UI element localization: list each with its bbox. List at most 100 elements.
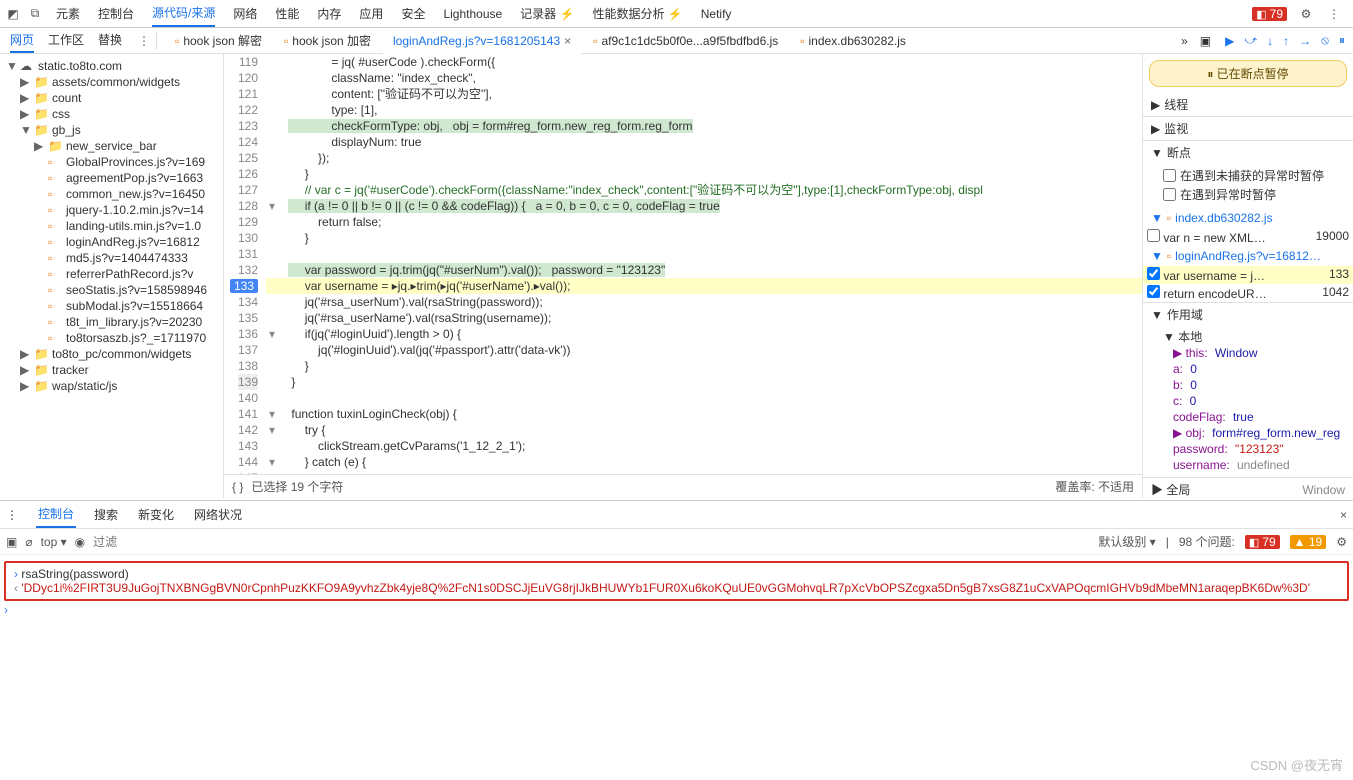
- drawer-tabs: ⋮ 控制台搜索新变化网络状况 ×: [0, 501, 1353, 529]
- step-icon[interactable]: →: [1299, 34, 1311, 48]
- tree-item[interactable]: ▫jquery-1.10.2.min.js?v=14: [0, 202, 223, 218]
- tree-item[interactable]: ▼📁gb_js: [0, 122, 223, 138]
- scope-var[interactable]: a: 0: [1173, 361, 1345, 377]
- more-icon[interactable]: ⋮: [132, 34, 156, 48]
- scope-var[interactable]: codeFlag: true: [1173, 409, 1345, 425]
- scope-var[interactable]: ▶ obj: form#reg_form.new_reg: [1173, 425, 1345, 441]
- close-icon[interactable]: ×: [564, 34, 571, 48]
- file-tab[interactable]: ▫af9c1c1dc5b0f0e...a9f5fbdfbd6.js: [583, 28, 788, 54]
- panel-tab[interactable]: 控制台: [98, 1, 134, 26]
- file-tab[interactable]: loginAndReg.js?v=1681205143 ×: [383, 28, 581, 54]
- console-body[interactable]: › rsaString(password) ‹ 'DDyc1i%2FIRT3U9…: [0, 555, 1353, 621]
- drawer-tab[interactable]: 搜索: [92, 502, 120, 527]
- step-out-icon[interactable]: ↑: [1283, 34, 1289, 48]
- drawer-tab[interactable]: 控制台: [36, 501, 76, 528]
- tree-item[interactable]: ▫t8t_im_library.js?v=20230: [0, 314, 223, 330]
- panel-tab[interactable]: 内存: [317, 1, 341, 26]
- panel-tab[interactable]: 安全: [401, 1, 425, 26]
- scope-var[interactable]: password: "123123": [1173, 441, 1345, 457]
- more-icon[interactable]: ⋮: [4, 504, 20, 526]
- global-section[interactable]: ▶ 全局 Window: [1143, 478, 1353, 498]
- overflow-icon[interactable]: »: [1175, 34, 1194, 48]
- tree-item[interactable]: ▶📁css: [0, 106, 223, 122]
- threads-section[interactable]: ▶ 线程: [1143, 93, 1353, 116]
- resume-icon[interactable]: ▶: [1225, 34, 1234, 48]
- breakpoints-section[interactable]: ▼ 断点: [1143, 141, 1353, 164]
- scope-local[interactable]: ▼ 本地: [1163, 328, 1345, 345]
- eye-icon[interactable]: ◉: [75, 535, 85, 549]
- tree-item[interactable]: ▶📁new_service_bar: [0, 138, 223, 154]
- source-subtab[interactable]: 工作区: [48, 28, 84, 53]
- breakpoint-item[interactable]: var username = j…133: [1143, 266, 1353, 284]
- tree-item[interactable]: ▫GlobalProvinces.js?v=169: [0, 154, 223, 170]
- scope-var[interactable]: ▶ this: Window: [1173, 345, 1345, 361]
- file-tab[interactable]: ▫hook json 加密: [274, 28, 381, 54]
- tree-item[interactable]: ▫loginAndReg.js?v=16812: [0, 234, 223, 250]
- tree-item[interactable]: ▫common_new.js?v=16450: [0, 186, 223, 202]
- panel-tab[interactable]: 应用: [359, 1, 383, 26]
- code-content[interactable]: = jq( #userCode ).checkForm({ className:…: [266, 54, 1142, 474]
- sidebar-toggle-icon[interactable]: ▣: [6, 535, 17, 549]
- bp-option[interactable]: 在遇到异常时暂停: [1163, 185, 1345, 204]
- deactivate-bp-icon[interactable]: ⦸: [1321, 33, 1329, 48]
- file-tree[interactable]: ▼☁static.to8to.com▶📁assets/common/widget…: [0, 54, 224, 498]
- filter-input[interactable]: [93, 535, 1090, 549]
- gear-icon[interactable]: ⚙: [1297, 5, 1315, 23]
- scope-var[interactable]: b: 0: [1173, 377, 1345, 393]
- context-select[interactable]: top ▾: [41, 535, 67, 549]
- tree-item[interactable]: ▶📁tracker: [0, 362, 223, 378]
- source-subtab[interactable]: 网页: [10, 28, 34, 53]
- scope-var[interactable]: username: undefined: [1173, 457, 1345, 473]
- panel-tab[interactable]: 元素: [56, 1, 80, 26]
- breakpoint-item[interactable]: var n = new XML…19000: [1143, 228, 1353, 246]
- tree-item[interactable]: ▶📁count: [0, 90, 223, 106]
- more-icon[interactable]: ⋮: [1325, 5, 1343, 23]
- inspect-icon[interactable]: ◩: [4, 5, 22, 23]
- panel-tab[interactable]: Netify: [701, 3, 732, 25]
- bp-option[interactable]: 在遇到未捕获的异常时暂停: [1163, 166, 1345, 185]
- tree-item[interactable]: ▫agreementPop.js?v=1663: [0, 170, 223, 186]
- tree-item[interactable]: ▶📁assets/common/widgets: [0, 74, 223, 90]
- scope-section[interactable]: ▼ 作用域: [1143, 303, 1353, 326]
- panel-tab[interactable]: 记录器 ⚡: [520, 1, 574, 26]
- drawer-tab[interactable]: 网络状况: [192, 502, 244, 527]
- problems-label[interactable]: 98 个问题:: [1179, 533, 1235, 550]
- panel-tab[interactable]: Lighthouse: [443, 3, 502, 25]
- gear-icon[interactable]: ⚙: [1336, 535, 1347, 549]
- clear-icon[interactable]: ⌀: [25, 535, 32, 549]
- panel-tab[interactable]: 网络: [233, 1, 257, 26]
- line-gutter[interactable]: 1191201211221231241251261271281291301311…: [224, 54, 266, 474]
- breakpoint-item[interactable]: return encodeUR…1042: [1143, 284, 1353, 302]
- bp-file[interactable]: ▼ ▫ index.db630282.js: [1143, 208, 1353, 228]
- panel-tab[interactable]: 源代码/来源: [152, 0, 215, 27]
- tree-item[interactable]: ▫landing-utils.min.js?v=1.0: [0, 218, 223, 234]
- panel-tab[interactable]: 性能数据分析 ⚡: [592, 1, 682, 26]
- tree-item[interactable]: ▫referrerPathRecord.js?v: [0, 266, 223, 282]
- source-subtab[interactable]: 替换: [98, 28, 122, 53]
- level-select[interactable]: 默认级别 ▾: [1098, 533, 1155, 550]
- scope-var[interactable]: c: 0: [1173, 393, 1345, 409]
- drawer-tab[interactable]: 新变化: [136, 502, 176, 527]
- tree-item[interactable]: ▫subModal.js?v=15518664: [0, 298, 223, 314]
- tree-item[interactable]: ▫to8torsaszb.js?_=1711970: [0, 330, 223, 346]
- error-badge[interactable]: ◧ 79: [1252, 7, 1287, 21]
- tree-item[interactable]: ▶📁to8to_pc/common/widgets: [0, 346, 223, 362]
- file-tab[interactable]: ▫index.db630282.js: [790, 28, 916, 54]
- warn-count[interactable]: ▲ 19: [1290, 535, 1327, 549]
- close-icon[interactable]: ×: [1338, 504, 1349, 526]
- file-tab[interactable]: ▫hook json 解密: [165, 28, 272, 54]
- tree-item[interactable]: ▫md5.js?v=1404474333: [0, 250, 223, 266]
- format-icon[interactable]: { }: [232, 480, 243, 494]
- step-over-icon[interactable]: ⤻: [1244, 33, 1257, 48]
- tree-item[interactable]: ▶📁wap/static/js: [0, 378, 223, 394]
- step-into-icon[interactable]: ↓: [1267, 34, 1273, 48]
- error-count[interactable]: ◧ 79: [1245, 535, 1280, 549]
- tree-item[interactable]: ▫seoStatis.js?v=158598946: [0, 282, 223, 298]
- dock-icon[interactable]: ▣: [1194, 34, 1217, 48]
- tree-item[interactable]: ▼☁static.to8to.com: [0, 58, 223, 74]
- panel-tab[interactable]: 性能: [275, 1, 299, 26]
- bp-file[interactable]: ▼ ▫ loginAndReg.js?v=16812…: [1143, 246, 1353, 266]
- device-icon[interactable]: ⧉: [26, 5, 44, 23]
- watch-section[interactable]: ▶ 监视: [1143, 117, 1353, 140]
- pause-exc-icon[interactable]: ⏸: [1339, 33, 1345, 48]
